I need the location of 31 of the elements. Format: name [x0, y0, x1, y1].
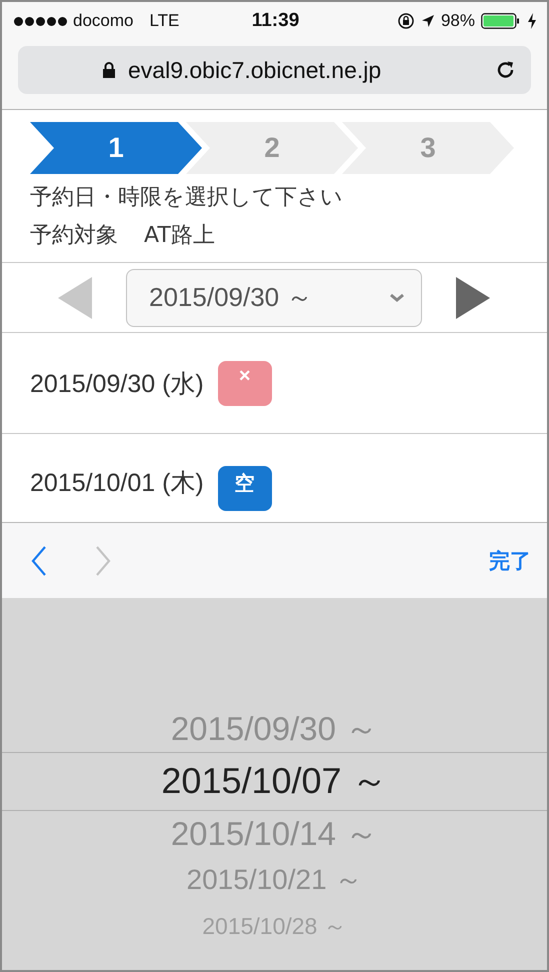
picker-option[interactable]: 2015/10/14 ～ [2, 811, 547, 857]
battery-icon [480, 12, 521, 30]
target-label: 予約対象 [30, 222, 118, 250]
picker-option[interactable]: 2015/10/21 ～ [2, 857, 547, 903]
address-bar[interactable]: eval9.obic7.obicnet.ne.jp [18, 46, 531, 94]
instruction-text: 予約日・時限を選択して下さい [30, 184, 344, 212]
carrier-name: docomo [73, 11, 134, 31]
picker-option[interactable]: 2015/10/07 ～ [2, 752, 547, 811]
rotation-lock-icon [396, 12, 415, 30]
clock-time: 11:39 [252, 10, 300, 32]
charging-bolt-icon [526, 12, 537, 30]
location-arrow-icon [420, 14, 435, 28]
step-indicator: 1 [30, 122, 202, 174]
previous-field-icon[interactable] [30, 544, 48, 576]
picker-option[interactable]: 2015/09/30 ～ [2, 706, 547, 752]
battery-percent: 98% [440, 11, 475, 31]
lock-icon [102, 61, 116, 79]
availability-badge[interactable]: 空 [218, 466, 272, 511]
next-week-arrow-icon[interactable] [456, 276, 490, 318]
date-label: 2015/10/01 (木) [30, 468, 204, 499]
week-select[interactable]: 2015/09/30 ～ [126, 268, 422, 326]
step-indicator: 3 [342, 122, 514, 174]
url-text: eval9.obic7.obicnet.ne.jp [128, 56, 382, 84]
signal-icon [14, 16, 67, 26]
date-label: 2015/09/30 (水) [30, 368, 204, 400]
chevron-down-icon [389, 292, 405, 302]
availability-badge[interactable]: × [218, 360, 272, 406]
step-indicator: 2 [186, 122, 358, 174]
done-button[interactable]: 完了 [489, 546, 531, 574]
target-value: AT路上 [144, 222, 215, 250]
network-type: LTE [149, 11, 180, 31]
